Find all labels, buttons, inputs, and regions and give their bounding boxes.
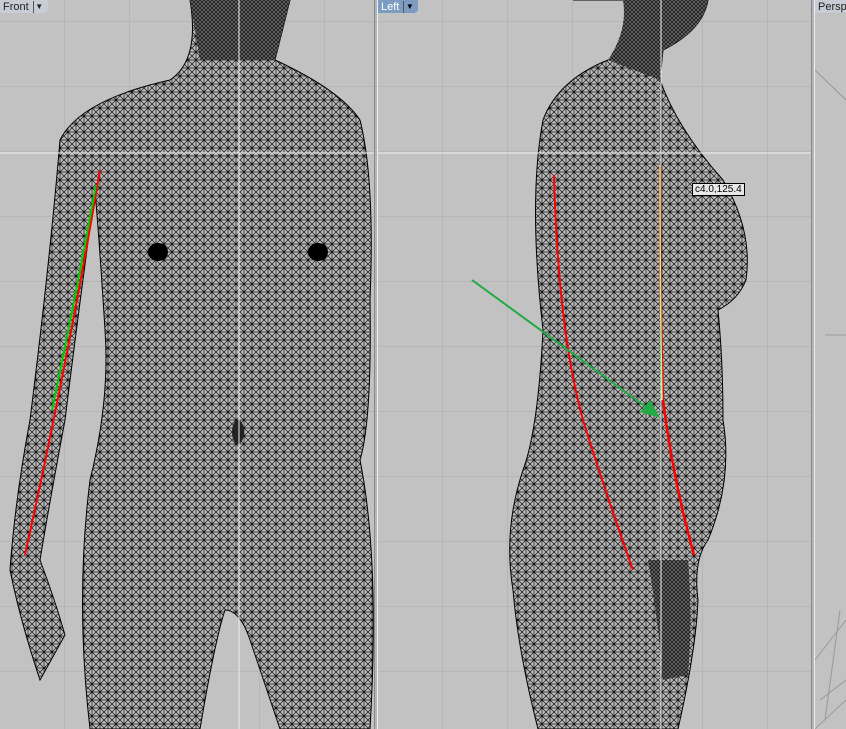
front-viewport-canvas: [0, 0, 374, 729]
perspective-canvas: [815, 69, 846, 729]
dropdown-arrow-icon[interactable]: ▼: [32, 0, 45, 13]
front-viewport[interactable]: Front ▼: [0, 0, 374, 729]
perspective-viewport[interactable]: Persp: [815, 0, 846, 729]
dropdown-arrow-icon[interactable]: ▼: [403, 0, 415, 13]
viewport-label-front[interactable]: Front ▼: [0, 0, 48, 13]
viewport-label-left[interactable]: Left ▼: [378, 0, 419, 13]
viewport-title: Left: [381, 0, 400, 13]
viewport-title: Persp: [818, 0, 846, 13]
viewport-label-persp[interactable]: Persp: [815, 0, 846, 13]
viewport-title: Front: [3, 0, 29, 13]
cursor-coordinate-readout: c4.0,125.4: [692, 183, 745, 196]
left-viewport-canvas: [378, 0, 811, 729]
left-viewport[interactable]: Left ▼: [378, 0, 811, 729]
